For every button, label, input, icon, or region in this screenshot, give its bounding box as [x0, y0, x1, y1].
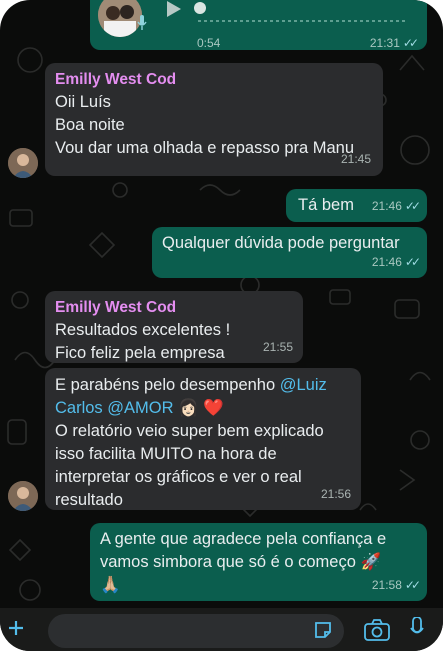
- message-time: 21:58 ✓✓: [371, 578, 421, 592]
- message-line: Resultados excelentes !: [55, 321, 231, 339]
- read-ticks-icon: ✓✓: [404, 578, 421, 592]
- read-ticks-icon: ✓✓: [404, 255, 421, 269]
- message-bubble-incoming[interactable]: Emilly West Cod Oii Luís Boa noite Vou d…: [45, 63, 383, 176]
- message-time: 21:45: [340, 152, 371, 166]
- mention-luiz-carlos-cont[interactable]: Carlos: [55, 399, 103, 417]
- microphone-icon[interactable]: [410, 616, 424, 646]
- mention-luiz-carlos[interactable]: @Luiz: [280, 376, 327, 394]
- woman-emoji: 👩🏻: [178, 399, 199, 417]
- audio-sender-avatar: [98, 0, 142, 37]
- mention-amor[interactable]: @AMOR: [107, 399, 173, 417]
- message-line: 🙏🏼: [100, 574, 417, 597]
- sender-name: Emilly West Cod: [55, 71, 177, 88]
- message-line: isso facilita MUITO na hora de: [55, 445, 277, 463]
- message-line: E parabéns pelo desempenho @Luiz: [55, 376, 327, 394]
- message-line: Boa noite: [55, 116, 125, 134]
- message-time: 21:55: [262, 340, 293, 354]
- audio-message-time: 21:31 ✓✓: [369, 36, 419, 50]
- message-line: Vou dar uma olhada e repasso pra Manu: [55, 139, 355, 157]
- audio-message-bubble[interactable]: 0:54 21:31 ✓✓: [90, 0, 427, 50]
- folded-hands-emoji: 🙏🏼: [100, 576, 121, 594]
- message-text: Tá bem: [298, 196, 354, 214]
- message-line: Carlos @AMOR 👩🏻 ❤️: [55, 397, 351, 420]
- read-ticks-icon: ✓✓: [404, 199, 421, 213]
- message-bubble-incoming[interactable]: Emilly West Cod Resultados excelentes ! …: [45, 291, 303, 363]
- camera-icon[interactable]: [364, 619, 390, 646]
- message-bubble-outgoing[interactable]: A gente que agradece pela confiança e va…: [90, 523, 427, 601]
- rocket-emoji: 🚀: [360, 553, 382, 571]
- message-line: resultado: [55, 491, 123, 509]
- avatar-photo: [98, 0, 142, 37]
- microphone-icon: [137, 15, 147, 31]
- audio-progress-thumb[interactable]: [194, 2, 206, 14]
- plus-icon[interactable]: [6, 618, 26, 643]
- chat-screen: 0:54 21:31 ✓✓ Emilly West Cod Oii Luís Bo…: [0, 0, 443, 651]
- message-time: 21:56: [320, 487, 351, 501]
- audio-progress-track[interactable]: [198, 7, 408, 22]
- red-heart-emoji: ❤️: [203, 399, 224, 417]
- message-line: Oii Luís: [55, 93, 111, 111]
- audio-duration: 0:54: [197, 36, 221, 50]
- message-line: A gente que agradece pela confiança e: [100, 530, 387, 548]
- message-input[interactable]: [48, 614, 344, 648]
- sender-avatar: [8, 481, 38, 511]
- sender-avatar: [8, 148, 38, 178]
- message-time: 21:46 ✓✓: [371, 255, 421, 269]
- sticker-icon[interactable]: [313, 620, 333, 645]
- message-time: 21:46 ✓✓: [371, 199, 421, 213]
- message-line: interpretar os gráficos e ver o real: [55, 468, 302, 486]
- message-line: O relatório veio super bem explicado: [55, 422, 324, 440]
- message-bubble-outgoing[interactable]: Tá bem 21:46 ✓✓: [286, 189, 427, 222]
- message-bubble-outgoing[interactable]: Qualquer dúvida pode perguntar 21:46 ✓✓: [152, 227, 427, 278]
- message-bubble-incoming[interactable]: E parabéns pelo desempenho @Luiz Carlos …: [45, 368, 361, 510]
- read-ticks-icon: ✓✓: [402, 36, 419, 50]
- play-icon[interactable]: [166, 0, 182, 25]
- sender-name: Emilly West Cod: [55, 299, 177, 316]
- message-line: Fico feliz pela empresa: [55, 344, 225, 362]
- message-line: vamos simbora que só é o começo 🚀: [100, 553, 382, 571]
